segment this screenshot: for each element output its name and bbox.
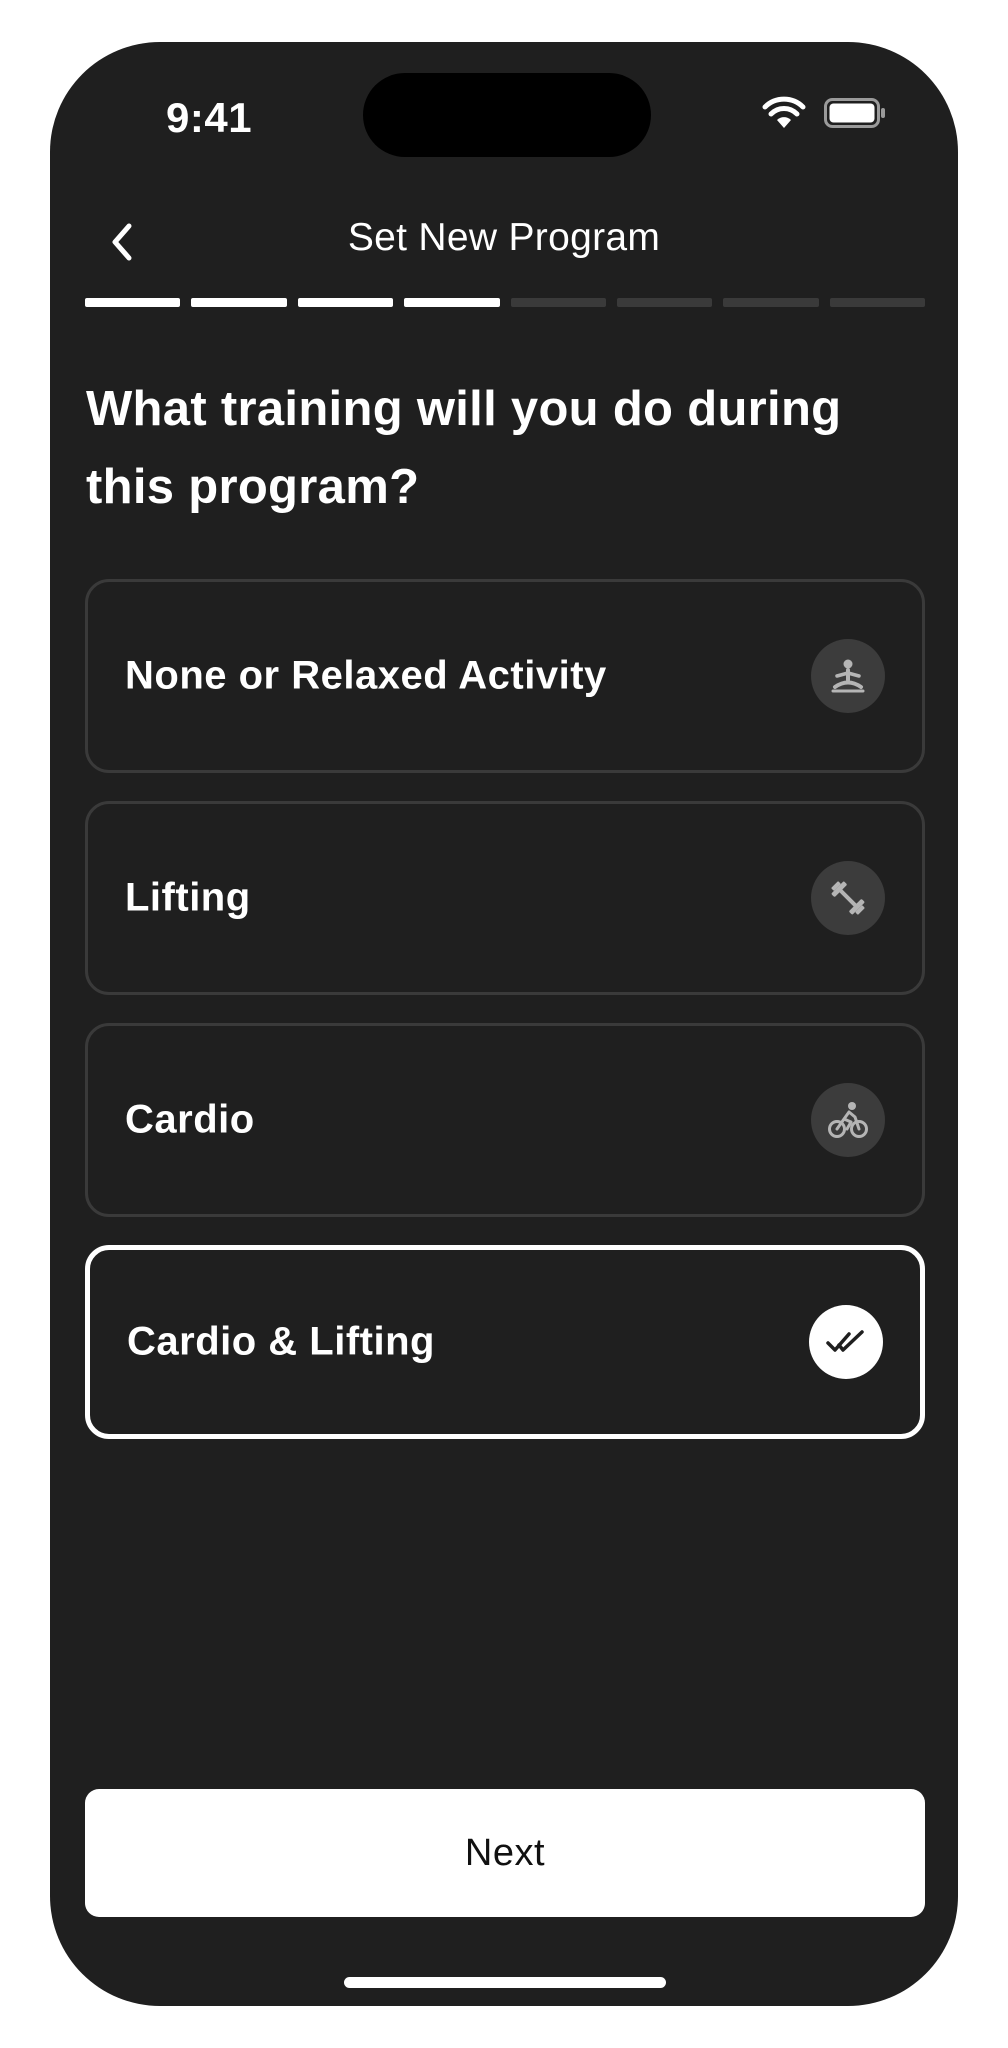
- double-check-icon: [826, 1330, 864, 1352]
- option-icon-badge: [809, 1305, 883, 1379]
- option-label: Cardio: [125, 1097, 255, 1142]
- meditation-icon: [831, 659, 865, 693]
- cycling-icon: [828, 1102, 868, 1138]
- option-lifting[interactable]: Lifting: [85, 801, 925, 995]
- dumbbell-icon: [831, 881, 865, 915]
- progress-segment: [616, 298, 713, 307]
- option-none-or-relaxed-activity[interactable]: None or Relaxed Activity: [85, 579, 925, 773]
- battery-icon: [824, 98, 885, 128]
- question-heading: What training will you do during this pr…: [86, 382, 842, 514]
- option-label: Cardio & Lifting: [127, 1319, 435, 1364]
- status-time: 9:41: [166, 94, 253, 141]
- progress-segment: [85, 298, 181, 307]
- dynamic-island: [363, 73, 651, 157]
- wifi-icon: [762, 96, 806, 128]
- option-icon-badge: [811, 1083, 885, 1157]
- progress-segment: [510, 298, 606, 307]
- option-icon-badge: [811, 639, 885, 713]
- progress-segment: [829, 298, 925, 307]
- progress-segment: [297, 298, 394, 307]
- option-icon-badge: [811, 861, 885, 935]
- option-cardio[interactable]: Cardio: [85, 1023, 925, 1217]
- phone-screen: 9:41 Set New Program What training will …: [50, 42, 958, 2006]
- progress-segment: [723, 298, 819, 307]
- option-cardio-and-lifting[interactable]: Cardio & Lifting: [85, 1245, 925, 1439]
- home-indicator: [344, 1977, 666, 1988]
- progress-segment: [191, 298, 287, 307]
- option-label: None or Relaxed Activity: [125, 653, 607, 698]
- progress-segment: [404, 298, 500, 307]
- option-label: Lifting: [125, 875, 251, 920]
- step-progress-bar: [85, 298, 925, 307]
- page-title: Set New Program: [347, 216, 661, 259]
- training-options-list: None or Relaxed Activity Lifting Cardio …: [85, 579, 925, 1467]
- next-button[interactable]: Next: [85, 1789, 925, 1917]
